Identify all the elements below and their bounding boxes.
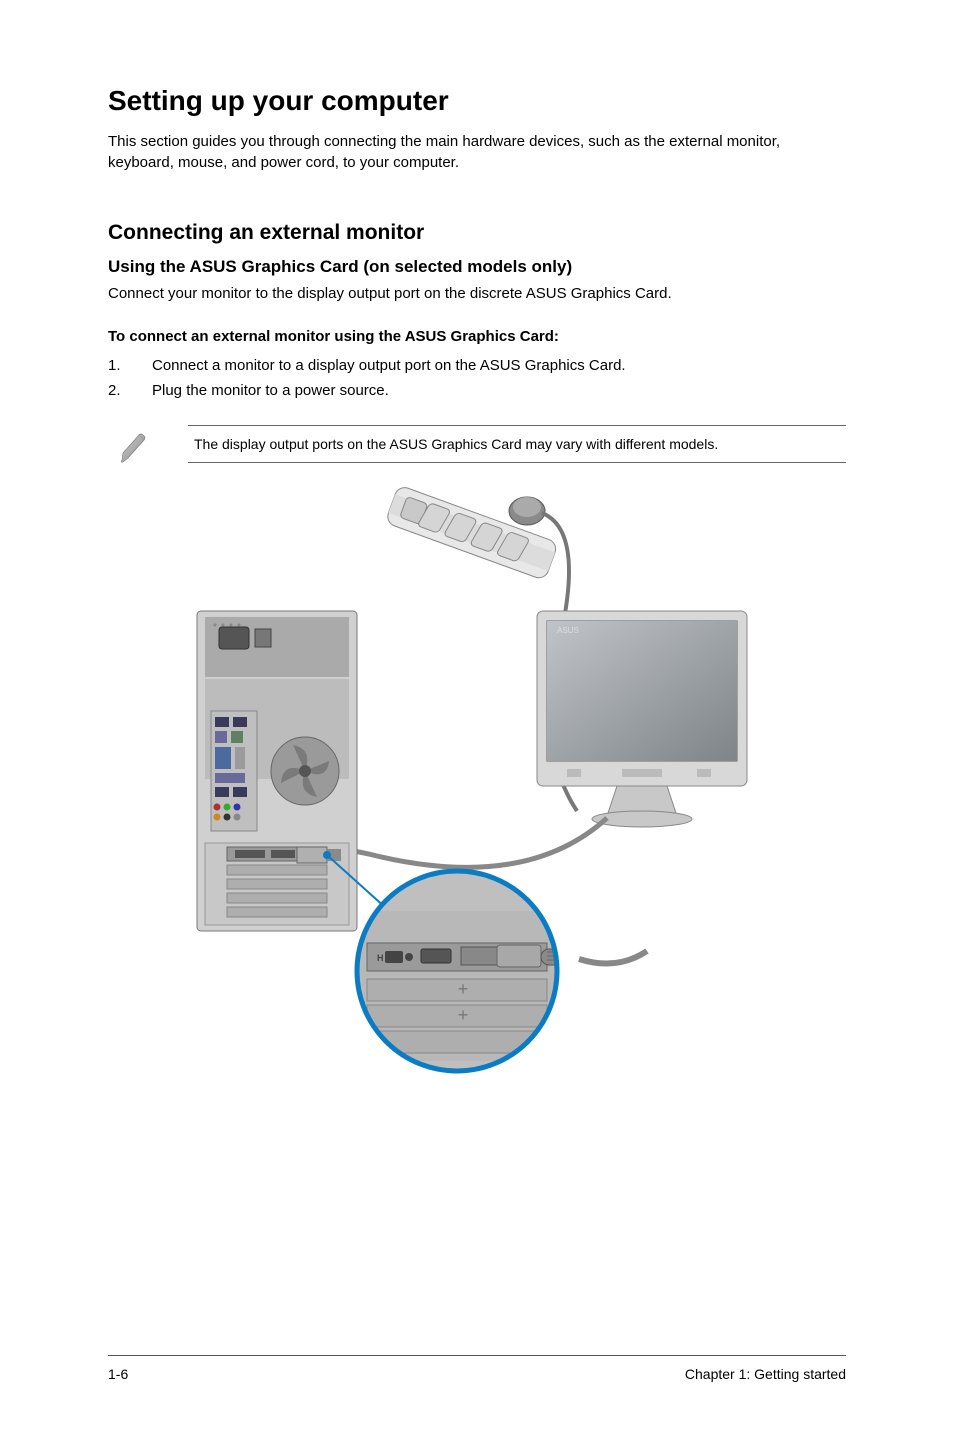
connection-diagram: ASUS: [108, 481, 846, 1086]
page-number: 1-6: [108, 1366, 128, 1382]
svg-text:+: +: [458, 979, 469, 999]
note-text: The display output ports on the ASUS Gra…: [188, 425, 846, 463]
subsection-description: Connect your monitor to the display outp…: [108, 285, 846, 302]
intro-text: This section guides you through connecti…: [108, 131, 846, 173]
note-block: The display output ports on the ASUS Gra…: [108, 425, 846, 471]
step-number: 1.: [108, 357, 152, 374]
pen-icon: [108, 425, 188, 471]
list-item: 2. Plug the monitor to a power source.: [108, 382, 846, 399]
step-text: Plug the monitor to a power source.: [152, 382, 389, 399]
list-item: 1. Connect a monitor to a display output…: [108, 357, 846, 374]
page-footer: 1-6 Chapter 1: Getting started: [108, 1355, 846, 1382]
section-heading: Connecting an external monitor: [108, 221, 846, 245]
svg-text:H: H: [377, 953, 384, 963]
step-number: 2.: [108, 382, 152, 399]
chapter-label: Chapter 1: Getting started: [685, 1366, 846, 1382]
procedure-title: To connect an external monitor using the…: [108, 328, 846, 345]
page-title: Setting up your computer: [108, 85, 846, 117]
steps-list: 1. Connect a monitor to a display output…: [108, 357, 846, 399]
svg-text:+: +: [458, 1005, 469, 1025]
svg-text:ASUS: ASUS: [557, 626, 579, 635]
step-text: Connect a monitor to a display output po…: [152, 357, 626, 374]
subsection-heading: Using the ASUS Graphics Card (on selecte…: [108, 257, 846, 277]
